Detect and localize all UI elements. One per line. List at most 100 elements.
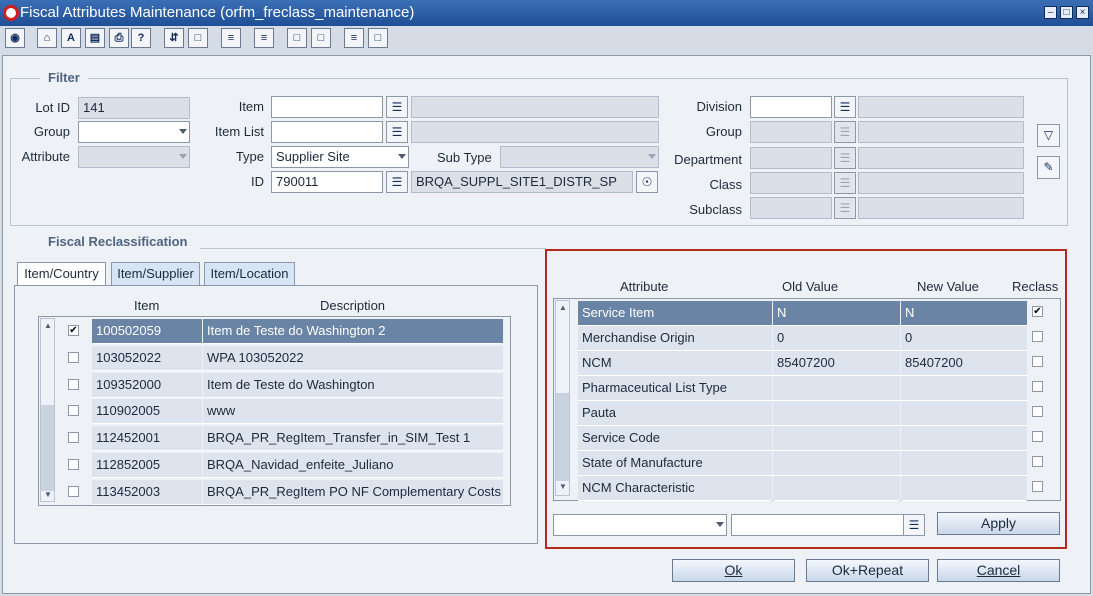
eraser-icon[interactable]: ✎	[1037, 156, 1060, 179]
item-list-input[interactable]	[271, 121, 383, 143]
filter-icon[interactable]: ▽	[1037, 124, 1060, 147]
cancel-button[interactable]: Cancel	[937, 559, 1060, 582]
item-cell[interactable]: 103052022	[92, 345, 202, 371]
tab-item-location[interactable]: Item/Location	[204, 262, 295, 286]
globe-icon[interactable]: ◉	[5, 28, 25, 48]
comment-icon[interactable]: ☉	[636, 171, 658, 193]
items-scrollbar[interactable]: ▲ ▼	[40, 318, 55, 502]
new-value-cell[interactable]: 0	[901, 326, 1027, 351]
attribute-cell[interactable]: Merchandise Origin	[578, 326, 772, 351]
new-value-cell[interactable]	[901, 451, 1027, 476]
id-lov-icon[interactable]: ☰	[386, 171, 408, 193]
description-cell[interactable]: WPA 103052022	[203, 345, 503, 371]
reclass-checkbox[interactable]	[1032, 431, 1043, 442]
doc-icon[interactable]: □	[287, 28, 307, 48]
reclass-checkbox[interactable]	[1032, 481, 1043, 492]
attribute-value-input[interactable]	[731, 514, 905, 536]
division-lov-icon[interactable]: ☰	[834, 96, 856, 118]
old-value-cell[interactable]	[773, 426, 900, 451]
item-cell[interactable]: 109352000	[92, 372, 202, 398]
row-checkbox[interactable]	[68, 351, 79, 363]
help-icon[interactable]: ?	[131, 28, 151, 48]
new-value-cell[interactable]	[901, 426, 1027, 451]
attribute-cell[interactable]: State of Manufacture	[578, 451, 772, 476]
apply-button[interactable]: Apply	[937, 512, 1060, 535]
old-value-cell[interactable]: 0	[773, 326, 900, 351]
item-cell[interactable]: 113452003	[92, 479, 202, 505]
tab-item-country[interactable]: Item/Country	[17, 262, 106, 286]
reclass-checkbox[interactable]	[1032, 406, 1043, 417]
division-input[interactable]	[750, 96, 832, 118]
attribute-cell[interactable]: NCM Characteristic	[578, 476, 772, 501]
item-cell[interactable]: 112852005	[92, 453, 202, 478]
row-checkbox[interactable]	[68, 485, 79, 497]
item-list-lov-icon[interactable]: ☰	[386, 121, 408, 143]
table-row[interactable]: ✔ 100502059 Item de Teste do Washington …	[57, 319, 504, 345]
description-cell[interactable]: Item de Teste do Washington 2	[203, 319, 503, 344]
ok-button[interactable]: Ok	[672, 559, 795, 582]
attributes-scrollbar[interactable]: ▲ ▼	[555, 300, 570, 496]
type-select[interactable]: Supplier Site	[271, 146, 409, 168]
table-row[interactable]: Pharmaceutical List Type	[578, 376, 1058, 401]
description-cell[interactable]: BRQA_Navidad_enfeite_Juliano	[203, 453, 503, 478]
attribute-cell[interactable]: Service Item	[578, 301, 772, 326]
row-checkbox[interactable]: ✔	[68, 325, 79, 336]
spellcheck-icon[interactable]: A	[61, 28, 81, 48]
old-value-cell[interactable]: 85407200	[773, 351, 900, 376]
group-select[interactable]	[78, 121, 190, 143]
table-row[interactable]: 110902005 www	[57, 399, 504, 425]
attribute-cell[interactable]: Service Code	[578, 426, 772, 451]
scroll-thumb[interactable]	[41, 405, 54, 491]
scroll-down-icon[interactable]: ▼	[559, 482, 567, 491]
new-value-cell[interactable]	[901, 401, 1027, 426]
item-cell[interactable]: 112452001	[92, 426, 202, 452]
attribute-cell[interactable]: NCM	[578, 351, 772, 376]
scroll-thumb[interactable]	[556, 393, 569, 481]
description-cell[interactable]: Item de Teste do Washington	[203, 372, 503, 398]
reclass-checkbox[interactable]: ✔	[1032, 306, 1043, 317]
item-lov-icon[interactable]: ☰	[386, 96, 408, 118]
old-value-cell[interactable]	[773, 476, 900, 501]
ok-repeat-button[interactable]: Ok+Repeat	[806, 559, 929, 582]
row-checkbox[interactable]	[68, 378, 79, 390]
table-row[interactable]: NCM Characteristic	[578, 476, 1058, 501]
attribute-cell[interactable]: Pharmaceutical List Type	[578, 376, 772, 401]
table-row[interactable]: Merchandise Origin 0 0	[578, 326, 1058, 351]
new-value-cell[interactable]	[901, 476, 1027, 501]
nav-list-icon[interactable]: ≡	[344, 28, 364, 48]
table-row[interactable]: Service Code	[578, 426, 1058, 451]
print-icon[interactable]: ⎙	[109, 28, 129, 48]
table-row[interactable]: Pauta	[578, 401, 1058, 426]
table-row[interactable]: NCM 85407200 85407200	[578, 351, 1058, 376]
item-cell[interactable]: 110902005	[92, 399, 202, 425]
reclass-checkbox[interactable]	[1032, 331, 1043, 342]
sub-type-select[interactable]	[500, 146, 659, 168]
table-row[interactable]: State of Manufacture	[578, 451, 1058, 476]
old-value-cell[interactable]	[773, 451, 900, 476]
table-row[interactable]: Service Item N N ✔	[578, 301, 1058, 326]
table-row[interactable]: 103052022 WPA 103052022	[57, 345, 504, 372]
item-input[interactable]	[271, 96, 383, 118]
row-checkbox[interactable]	[68, 459, 79, 470]
new-value-cell[interactable]	[901, 376, 1027, 401]
clipboard-icon[interactable]: ▤	[85, 28, 105, 48]
old-value-cell[interactable]	[773, 401, 900, 426]
minimize-icon[interactable]: –	[1044, 6, 1057, 19]
old-value-cell[interactable]: N	[773, 301, 900, 326]
table-row[interactable]: 113452003 BRQA_PR_RegItem PO NF Compleme…	[57, 479, 504, 506]
scroll-up-icon[interactable]: ▲	[44, 321, 52, 330]
attribute-value-lov-icon[interactable]: ☰	[903, 514, 925, 536]
maximize-icon[interactable]: □	[1060, 6, 1073, 19]
item-cell[interactable]: 100502059	[92, 319, 202, 344]
reclass-checkbox[interactable]	[1032, 381, 1043, 392]
table-row[interactable]: 112852005 BRQA_Navidad_enfeite_Juliano	[57, 453, 504, 479]
reclass-checkbox[interactable]	[1032, 456, 1043, 467]
scroll-up-icon[interactable]: ▲	[559, 303, 567, 312]
list-icon[interactable]: ≡	[221, 28, 241, 48]
scroll-down-icon[interactable]: ▼	[44, 490, 52, 499]
table-row[interactable]: 109352000 Item de Teste do Washington	[57, 372, 504, 399]
nav-doc-icon[interactable]: □	[368, 28, 388, 48]
doc-alt-icon[interactable]: □	[311, 28, 331, 48]
table-row[interactable]: 112452001 BRQA_PR_RegItem_Transfer_in_SI…	[57, 426, 504, 452]
tab-item-supplier[interactable]: Item/Supplier	[111, 262, 200, 286]
